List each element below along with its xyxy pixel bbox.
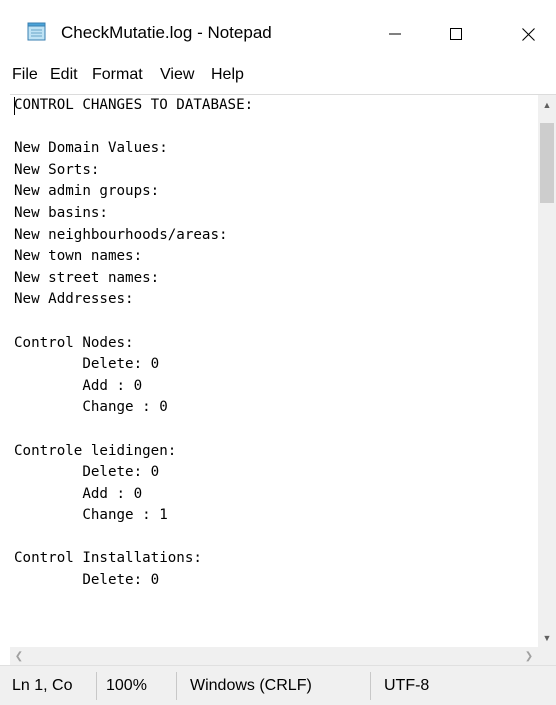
scroll-up-icon[interactable]: ▲	[538, 95, 556, 115]
text-editor[interactable]: CONTROL CHANGES TO DATABASE: New Domain …	[10, 95, 538, 648]
minimize-button[interactable]	[372, 14, 418, 54]
editor-area: CONTROL CHANGES TO DATABASE: New Domain …	[10, 94, 556, 648]
minimize-icon	[389, 33, 401, 35]
status-encoding: UTF-8	[384, 677, 430, 694]
status-zoom: 100%	[106, 677, 147, 694]
maximize-icon	[450, 28, 462, 40]
status-line-ending: Windows (CRLF)	[190, 677, 312, 694]
text-caret	[14, 97, 15, 115]
status-divider	[96, 672, 97, 700]
vertical-scroll-thumb[interactable]	[540, 123, 554, 203]
menu-view[interactable]: View	[160, 66, 194, 84]
horizontal-scrollbar[interactable]: ❮ ❯	[10, 647, 538, 665]
notepad-icon	[27, 22, 47, 41]
scroll-left-icon[interactable]: ❮	[10, 647, 28, 665]
scroll-down-icon[interactable]: ▼	[538, 628, 556, 648]
close-icon	[521, 27, 535, 41]
scroll-right-icon[interactable]: ❯	[520, 647, 538, 665]
status-bar: Ln 1, Co 100% Windows (CRLF) UTF-8	[0, 665, 556, 705]
title-bar[interactable]: CheckMutatie.log - Notepad	[0, 0, 556, 62]
status-divider	[370, 672, 371, 700]
menu-edit[interactable]: Edit	[50, 66, 78, 84]
maximize-button[interactable]	[433, 14, 479, 54]
scrollbar-corner	[538, 647, 556, 665]
editor-content[interactable]: CONTROL CHANGES TO DATABASE: New Domain …	[10, 95, 538, 592]
menu-help[interactable]: Help	[211, 66, 244, 84]
menu-file[interactable]: File	[12, 66, 38, 84]
status-divider	[176, 672, 177, 700]
status-position: Ln 1, Co	[12, 677, 73, 694]
notepad-window: CheckMutatie.log - Notepad File Edit For…	[0, 0, 556, 705]
close-button[interactable]	[505, 14, 551, 54]
menu-bar: File Edit Format View Help	[0, 66, 556, 88]
menu-format[interactable]: Format	[92, 66, 143, 84]
vertical-scrollbar[interactable]: ▲ ▼	[538, 95, 556, 648]
window-title: CheckMutatie.log - Notepad	[61, 23, 272, 42]
